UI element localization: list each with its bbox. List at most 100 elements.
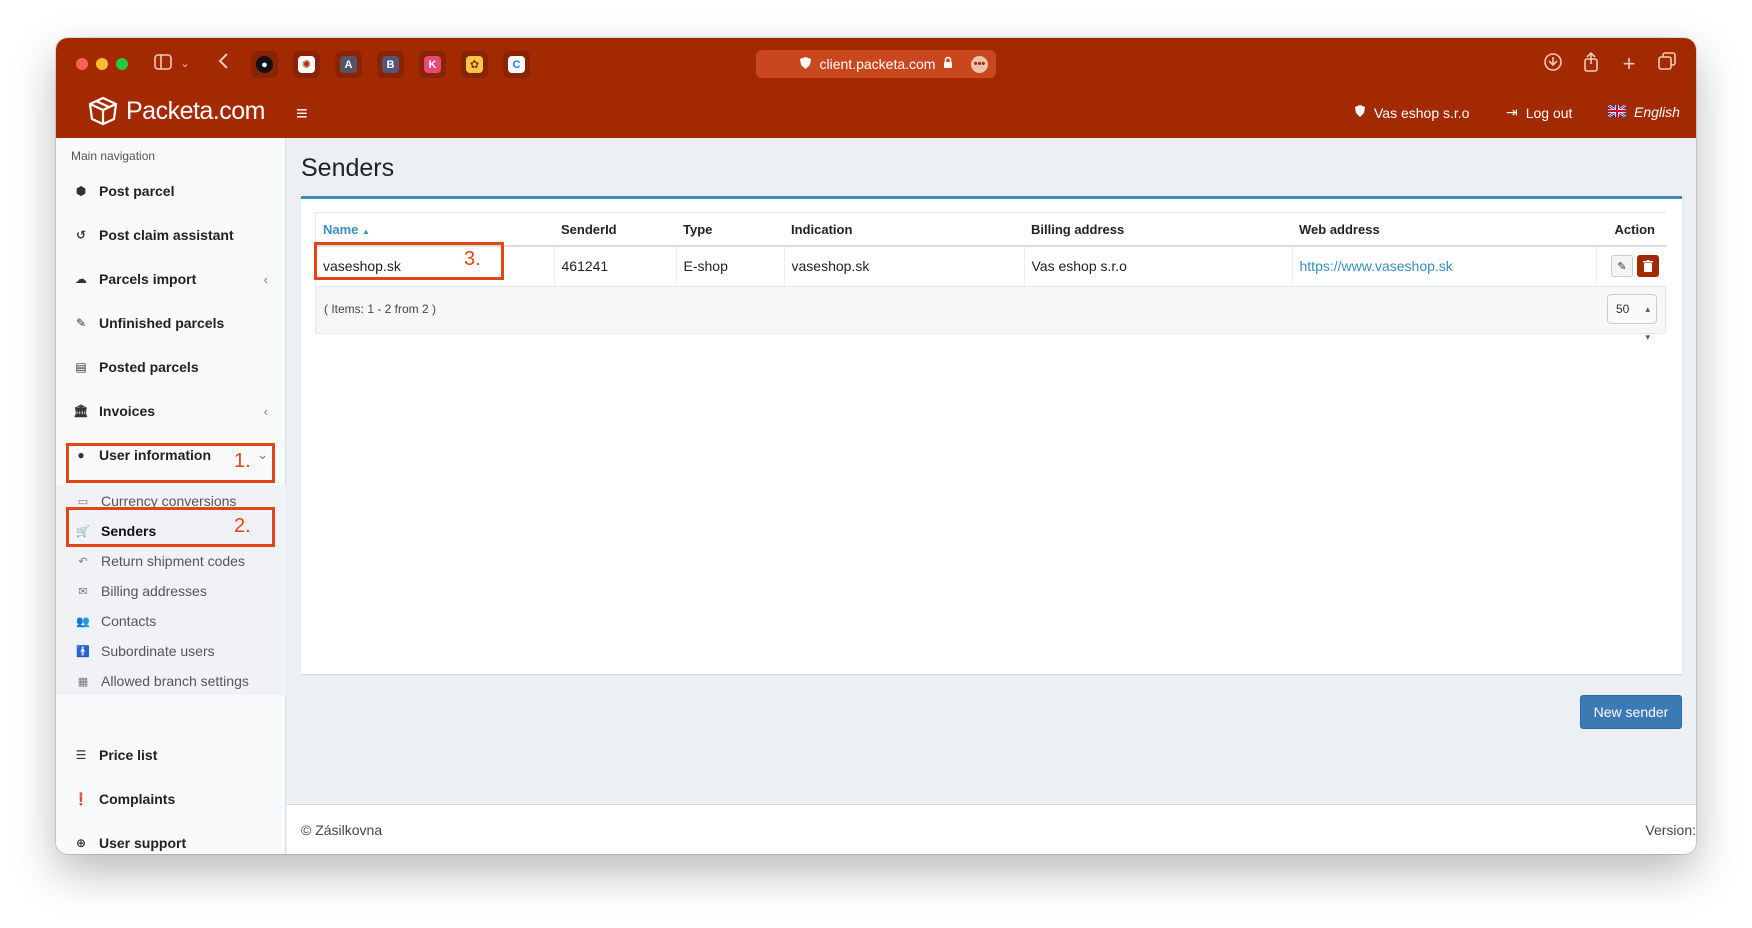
nav-user-support[interactable]: ⊕ User support bbox=[56, 823, 286, 854]
edit-icon: ✎ bbox=[75, 316, 87, 330]
cell-senderid: 461241 bbox=[554, 246, 677, 287]
sub-label: Currency conversions bbox=[101, 493, 237, 509]
favorite-chatgpt-icon[interactable]: ✺ bbox=[293, 51, 320, 78]
sub-contacts[interactable]: 👥 Contacts bbox=[56, 608, 286, 634]
nav-invoices[interactable]: 🏛 Invoices ‹ bbox=[56, 391, 286, 431]
senders-table: Name ▲ SenderId Type Indication Billing … bbox=[316, 213, 1667, 287]
nav-price-list[interactable]: ☰ Price list bbox=[56, 735, 286, 775]
page-footer: © Zásilkovna Version: bbox=[287, 804, 1696, 854]
sub-allowed-branch-settings[interactable]: ▦ Allowed branch settings bbox=[56, 668, 286, 694]
back-icon[interactable] bbox=[216, 52, 230, 76]
sub-return-shipment-codes[interactable]: ↶ Return shipment codes bbox=[56, 548, 286, 574]
delete-sender-button[interactable] bbox=[1637, 255, 1659, 278]
favorite-github-icon[interactable]: ● bbox=[251, 51, 278, 78]
favorite-a-icon[interactable]: A bbox=[335, 51, 362, 78]
logo-text: Packeta.com bbox=[126, 96, 266, 125]
cloud-upload-icon: ☁ bbox=[75, 272, 87, 286]
grid-icon: ▦ bbox=[77, 675, 89, 688]
bank-icon: 🏛 bbox=[73, 404, 89, 418]
user-information-submenu: ▭ Currency conversions 🛒 Senders ↶ Retur… bbox=[56, 485, 286, 695]
share-icon[interactable] bbox=[1580, 51, 1602, 76]
sub-billing-addresses[interactable]: ✉ Billing addresses bbox=[56, 578, 286, 604]
minimize-window-button[interactable] bbox=[96, 58, 108, 70]
lifebuoy-icon: ⊕ bbox=[75, 836, 87, 850]
column-header-name[interactable]: Name ▲ bbox=[316, 213, 554, 247]
callout-number-3: 3. bbox=[464, 248, 481, 270]
nav-label: Posted parcels bbox=[99, 359, 199, 375]
column-header-billing-address[interactable]: Billing address bbox=[1024, 213, 1292, 247]
nav-label: Complaints bbox=[99, 791, 176, 807]
browser-window: ⌄ ● ✺ A B K ✿ C client.packeta.com ••• + bbox=[56, 38, 1696, 854]
packeta-logo[interactable]: Packeta.com bbox=[88, 96, 266, 126]
page-size-select[interactable]: 50 ▴ ▾ bbox=[1607, 294, 1657, 342]
money-icon: ▭ bbox=[77, 495, 89, 508]
users-icon: 👥 bbox=[76, 615, 90, 628]
chevron-left-icon: ‹ bbox=[263, 403, 268, 419]
edit-sender-button[interactable]: ✎ bbox=[1611, 255, 1633, 278]
column-header-senderid[interactable]: SenderId bbox=[554, 213, 676, 247]
column-header-web-address[interactable]: Web address bbox=[1292, 213, 1596, 247]
logout-icon: ⇥ bbox=[1506, 104, 1518, 120]
new-tab-icon[interactable]: + bbox=[1618, 52, 1640, 76]
nav-label: Post claim assistant bbox=[99, 227, 234, 243]
chevron-left-icon: ‹ bbox=[263, 271, 268, 287]
web-address-link[interactable]: https://www.vaseshop.sk bbox=[1300, 258, 1453, 274]
cell-type: E-shop bbox=[676, 246, 785, 287]
column-header-indication[interactable]: Indication bbox=[784, 213, 1024, 247]
favorite-k-icon[interactable]: K bbox=[419, 51, 446, 78]
sub-currency-conversions[interactable]: ▭ Currency conversions bbox=[56, 488, 286, 514]
shield-icon bbox=[799, 56, 812, 73]
pencil-icon: ✎ bbox=[1617, 260, 1627, 273]
zoom-window-button[interactable] bbox=[116, 58, 128, 70]
envelope-icon: ✉ bbox=[78, 585, 88, 598]
nav-parcels-import[interactable]: ☁ Parcels import ‹ bbox=[56, 259, 286, 299]
nav-post-parcel[interactable]: ⬢ Post parcel bbox=[56, 171, 286, 211]
nav-post-claim-assistant[interactable]: ↺ Post claim assistant bbox=[56, 215, 286, 255]
main-navigation: Main navigation ⬢ Post parcel ↺ Post cla… bbox=[56, 138, 286, 854]
chevron-down-icon[interactable]: ⌄ bbox=[178, 52, 192, 76]
nav-complaints[interactable]: ❗ Complaints bbox=[56, 779, 286, 819]
cell-web-address: https://www.vaseshop.sk bbox=[1292, 246, 1597, 287]
sub-subordinate-users[interactable]: 🚹 Subordinate users bbox=[56, 638, 286, 664]
nav-unfinished-parcels[interactable]: ✎ Unfinished parcels bbox=[56, 303, 286, 343]
sub-senders[interactable]: 🛒 Senders bbox=[56, 518, 286, 544]
nav-posted-parcels[interactable]: ▤ Posted parcels bbox=[56, 347, 286, 387]
sub-label: Allowed branch settings bbox=[101, 673, 249, 689]
account-name: Vas eshop s.r.o bbox=[1374, 104, 1470, 121]
person-icon: 🚹 bbox=[76, 645, 90, 658]
table-row: vaseshop.sk 461241 E-shop vaseshop.sk Va… bbox=[316, 246, 1667, 287]
language-label: English bbox=[1634, 104, 1680, 120]
column-header-type[interactable]: Type bbox=[676, 213, 784, 247]
nav-label: Post parcel bbox=[99, 183, 175, 199]
sidebar-toggle-icon[interactable] bbox=[152, 52, 174, 76]
favorite-c-icon[interactable]: C bbox=[503, 51, 530, 78]
page-menu-icon[interactable]: ••• bbox=[971, 56, 988, 73]
nav-label: Price list bbox=[99, 747, 158, 763]
page-size-value: 50 bbox=[1616, 302, 1630, 316]
nav-label: Unfinished parcels bbox=[99, 315, 225, 331]
account-menu[interactable]: Vas eshop s.r.o bbox=[1354, 104, 1469, 121]
copyright-text: © Zásilkovna bbox=[301, 822, 383, 838]
language-selector[interactable]: English bbox=[1607, 104, 1680, 120]
sub-label: Senders bbox=[101, 523, 157, 539]
trash-icon bbox=[1643, 260, 1653, 273]
favorite-app-icon[interactable]: ✿ bbox=[461, 51, 488, 78]
nav-user-information[interactable]: ● User information ⌄ bbox=[56, 435, 286, 475]
favorite-b-icon[interactable]: B bbox=[377, 51, 404, 78]
download-icon[interactable] bbox=[1542, 52, 1564, 76]
new-sender-button[interactable]: New sender bbox=[1580, 695, 1682, 729]
tabs-overview-icon[interactable] bbox=[1656, 52, 1678, 76]
version-text: Version: bbox=[1645, 822, 1696, 838]
page-title: Senders bbox=[301, 154, 395, 182]
close-window-button[interactable] bbox=[76, 58, 88, 70]
uk-flag-icon bbox=[1607, 104, 1627, 120]
address-bar[interactable]: client.packeta.com ••• bbox=[756, 50, 996, 78]
lock-icon bbox=[943, 56, 953, 72]
box-icon: ⬢ bbox=[75, 184, 87, 198]
app-header: Packeta.com ≡ Vas eshop s.r.o ⇥ Log out … bbox=[56, 91, 1696, 138]
logout-link[interactable]: ⇥ Log out bbox=[1506, 104, 1572, 121]
cell-billing-address: Vas eshop s.r.o bbox=[1024, 246, 1293, 287]
logout-label: Log out bbox=[1525, 104, 1573, 121]
sub-label: Billing addresses bbox=[101, 583, 207, 599]
menu-toggle-icon[interactable]: ≡ bbox=[296, 103, 308, 126]
